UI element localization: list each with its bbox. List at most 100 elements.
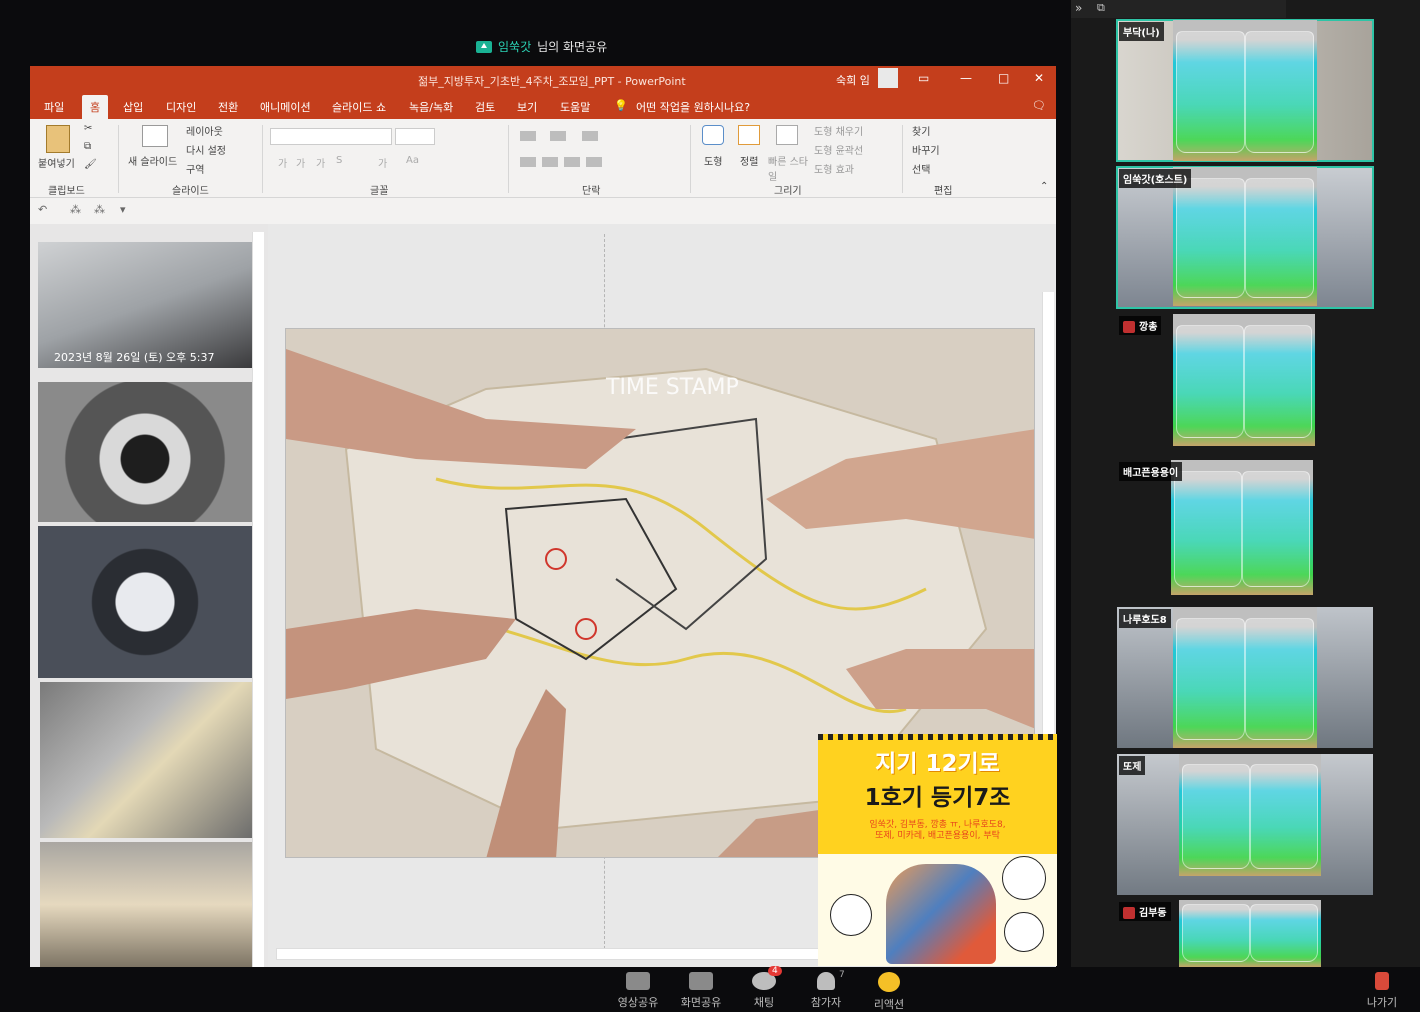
poster-members-line1: 임쑥갓, 김부동, 깡총 ㅠ, 나루호도8,: [869, 820, 1006, 830]
bullets-icon[interactable]: [520, 131, 536, 141]
numbering-icon[interactable]: [550, 131, 566, 141]
tab-transitions[interactable]: 전환: [218, 99, 238, 115]
font-name-input[interactable]: [270, 128, 392, 145]
customize-toolbar-icon[interactable]: ▾: [120, 203, 126, 216]
exit-door-icon: [1375, 972, 1389, 990]
collapse-ribbon-icon[interactable]: ⌃: [1040, 181, 1048, 192]
participant-tile[interactable]: 부닥(나): [1116, 19, 1374, 162]
collapse-panel-icon[interactable]: »: [1075, 1, 1082, 15]
tab-insert[interactable]: 삽입: [123, 99, 143, 115]
slide-thumbnail[interactable]: [38, 526, 252, 678]
participant-tile[interactable]: 또제: [1117, 754, 1373, 895]
italic-button[interactable]: 가: [296, 155, 305, 170]
underline-button[interactable]: 가: [316, 155, 325, 170]
screen-share-button[interactable]: 화면공유: [673, 972, 729, 1010]
tell-me-box[interactable]: 어떤 작업을 원하시나요?: [636, 99, 750, 115]
smartart-icon[interactable]: ⁂: [70, 203, 81, 216]
participant-tile[interactable]: 나루호도8: [1117, 607, 1373, 748]
align-center-icon[interactable]: [542, 157, 558, 167]
participant-tile[interactable]: 배고픈용용이: [1117, 460, 1373, 601]
slide-thumbnail[interactable]: [40, 842, 254, 967]
cut-icon[interactable]: ✂: [84, 123, 92, 134]
tab-record[interactable]: 녹음/녹화: [409, 99, 453, 115]
shape-fill-button[interactable]: 도형 채우기: [814, 123, 863, 138]
quick-styles-icon[interactable]: [776, 125, 798, 145]
bold-button[interactable]: 가: [278, 155, 287, 170]
tab-review[interactable]: 검토: [475, 99, 495, 115]
find-button[interactable]: 찾기: [912, 123, 930, 138]
tab-design[interactable]: 디자인: [166, 99, 196, 115]
shape-effects-button[interactable]: 도형 효과: [814, 161, 854, 176]
leave-button[interactable]: 나가기: [1354, 972, 1410, 1010]
new-slide-button[interactable]: 새 슬라이드: [128, 153, 177, 168]
tab-slideshow[interactable]: 슬라이드 쇼: [332, 99, 386, 115]
poster-title-line1: 지기 12기로: [875, 751, 1000, 777]
tab-view[interactable]: 보기: [517, 99, 537, 115]
group-clipboard: 클립보드: [48, 186, 85, 197]
ribbon: 붙여넣기 ✂ ⧉ 🖌 클립보드 새 슬라이드 레이아웃 다시 설정 구역 슬라이…: [30, 119, 1056, 198]
participant-tile[interactable]: 임쑥갓(호스트): [1116, 166, 1374, 309]
participant-tile[interactable]: 김부동: [1117, 900, 1373, 967]
paste-button[interactable]: 붙여넣기: [38, 155, 75, 170]
quick-access-toolbar: ↶ ⁂ ⁂ ▾: [30, 198, 1056, 224]
avatar[interactable]: [878, 68, 898, 88]
video-share-button[interactable]: 영상공유: [610, 972, 666, 1010]
group-font: 글꼴: [370, 186, 389, 197]
thumbnail-timestamp: 2023년 8월 26일 (토) 오후 5:37: [54, 351, 215, 364]
shapes-icon[interactable]: [702, 125, 724, 145]
reaction-button[interactable]: 리액션: [861, 972, 917, 1012]
chat-button[interactable]: 4 채팅: [736, 966, 792, 1010]
change-case-button[interactable]: Aa: [406, 155, 419, 166]
section-button[interactable]: 구역: [186, 161, 204, 176]
undo-icon[interactable]: ↶: [38, 203, 47, 216]
arrange-icon[interactable]: [738, 125, 760, 145]
quick-styles-button[interactable]: 빠른 스타일: [768, 153, 808, 183]
participant-tile[interactable]: 깡총: [1117, 314, 1373, 455]
align-left-icon[interactable]: [520, 157, 536, 167]
tab-help[interactable]: 도움말: [560, 99, 590, 115]
justify-icon[interactable]: [586, 157, 602, 167]
account-name[interactable]: 숙희 임: [836, 72, 870, 88]
tab-animations[interactable]: 애니메이션: [260, 99, 311, 115]
close-icon[interactable]: ✕: [1034, 71, 1044, 85]
maximize-icon[interactable]: □: [998, 71, 1009, 85]
char-spacing-button[interactable]: 가: [378, 155, 387, 170]
comments-icon[interactable]: 🗨: [1032, 99, 1046, 112]
share-suffix: 님의 화면공유: [537, 40, 608, 54]
ribbon-display-icon[interactable]: ▭: [918, 71, 929, 85]
arrange-button[interactable]: 정렬: [740, 153, 758, 168]
shapes-button[interactable]: 도형: [704, 153, 722, 168]
replace-button[interactable]: 바꾸기: [912, 142, 940, 157]
lightbulb-icon: 💡: [614, 99, 628, 112]
participants-button[interactable]: 7 참가자: [798, 970, 854, 1010]
font-size-input[interactable]: [395, 128, 435, 145]
org-chart-icon[interactable]: ⁂: [94, 203, 105, 216]
popout-icon[interactable]: ⧉: [1097, 1, 1105, 15]
horizontal-scrollbar[interactable]: [276, 948, 826, 960]
share-host-name: 임쑥갓: [498, 40, 532, 54]
shape-outline-button[interactable]: 도형 윤곽선: [814, 142, 863, 157]
tab-file[interactable]: 파일: [44, 99, 64, 115]
paste-icon[interactable]: [46, 125, 70, 153]
reset-button[interactable]: 다시 설정: [186, 142, 226, 157]
shadow-button[interactable]: S: [336, 155, 342, 166]
tab-home[interactable]: 홈: [82, 95, 109, 121]
participant-name: 부닥(나): [1119, 22, 1164, 41]
layout-button[interactable]: 레이아웃: [186, 123, 223, 138]
align-right-icon[interactable]: [564, 157, 580, 167]
slide-thumbnail[interactable]: 2023년 8월 26일 (토) 오후 5:37: [38, 242, 252, 368]
select-button[interactable]: 선택: [912, 161, 930, 176]
participant-name: 김부동: [1119, 902, 1171, 921]
poster-members-line2: 또제, 미카레, 배고픈용용이, 부탁: [875, 831, 1000, 841]
slide-thumbnail[interactable]: [40, 682, 254, 838]
screen-share-icon: [476, 40, 492, 53]
thumbnail-scrollbar[interactable]: [252, 232, 264, 967]
slide-thumbnail[interactable]: [38, 382, 252, 522]
participant-name: 배고픈용용이: [1119, 462, 1183, 481]
new-slide-icon[interactable]: [142, 125, 168, 147]
format-painter-icon[interactable]: 🖌: [84, 159, 97, 170]
indent-icon[interactable]: [582, 131, 598, 141]
participant-name: 나루호도8: [1119, 609, 1171, 628]
minimize-icon[interactable]: —: [960, 71, 972, 85]
copy-icon[interactable]: ⧉: [84, 141, 91, 152]
